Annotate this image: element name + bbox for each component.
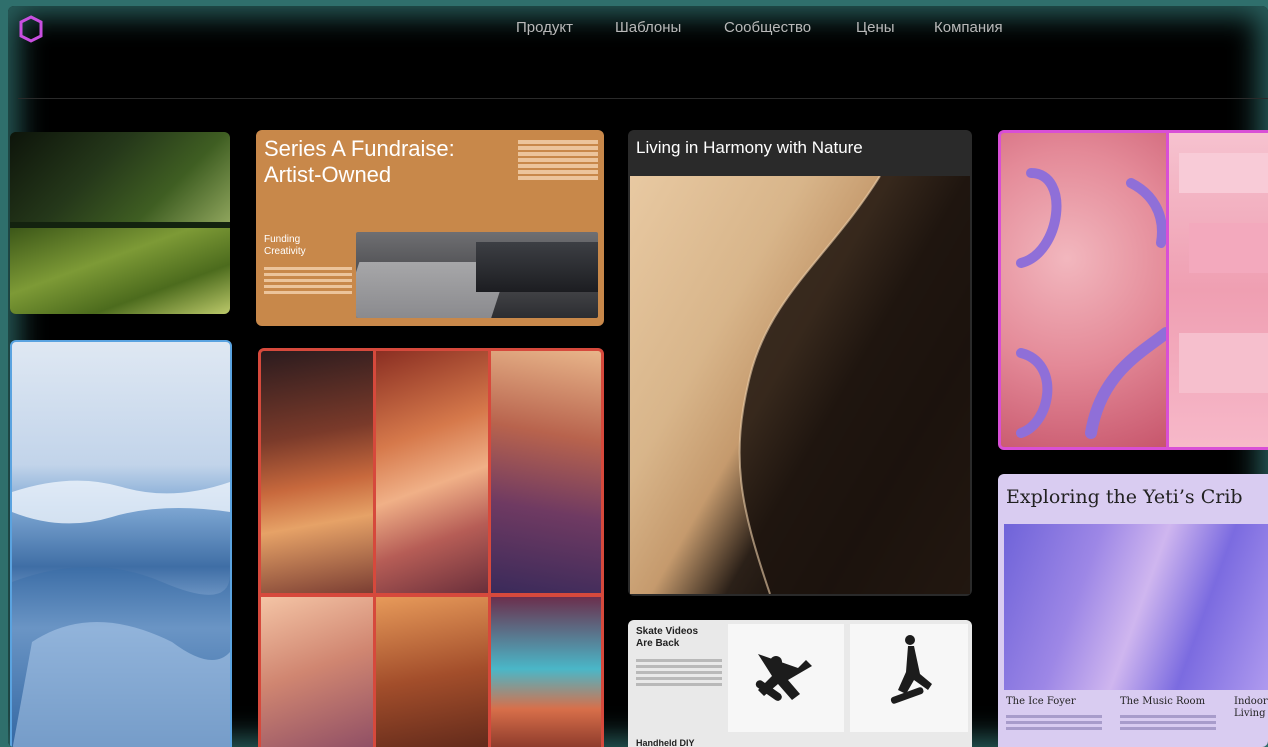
pink-pattern-image (1001, 133, 1172, 447)
yeti-col-title: Indoor Living (1234, 696, 1268, 719)
yeti-image (1004, 524, 1268, 690)
ice-image (12, 480, 230, 747)
canyon-photo (261, 351, 373, 593)
yeti-col-text (1006, 712, 1102, 733)
canyon-photo (376, 597, 488, 747)
fundraise-note (264, 264, 352, 297)
skate-title: Skate Videos Are Back (636, 626, 699, 649)
nav-item-product[interactable]: Продукт (516, 19, 573, 36)
nav-item-templates[interactable]: Шаблоны (615, 19, 681, 36)
nav-item-pricing[interactable]: Цены (856, 19, 895, 36)
skater-photo (728, 624, 844, 732)
yeti-col-title: The Ice Foyer (1006, 696, 1076, 707)
nav-item-community[interactable]: Сообщество (724, 19, 811, 36)
green-image-bottom (10, 228, 230, 314)
canyon-photo (261, 597, 373, 747)
template-card-skate[interactable]: Skate Videos Are Back Handheld DIY (628, 620, 972, 747)
header-divider (18, 98, 1268, 99)
template-card-pink[interactable] (998, 130, 1268, 450)
canyon-photo (376, 351, 488, 593)
nature-title: Living in Harmony with Nature (636, 138, 863, 157)
template-card-yeti[interactable]: Exploring the Yeti’s Crib The Ice Foyer … (998, 474, 1268, 747)
canyon-photo (491, 597, 601, 747)
fundraise-title: Series A Fundraise: Artist-Owned (264, 136, 455, 187)
template-card-fundraise[interactable]: Series A Fundraise: Artist-Owned Funding… (256, 130, 604, 326)
canyon-photo (491, 351, 601, 593)
skater-photo (850, 624, 968, 732)
yeti-title: Exploring the Yeti’s Crib (1006, 486, 1243, 508)
yeti-col-text (1120, 712, 1216, 733)
dune-image (630, 175, 970, 595)
fundraise-image (356, 232, 598, 318)
app-frame: Продукт Шаблоны Сообщество Цены Компания… (8, 6, 1268, 747)
template-card-nature[interactable]: Living in Harmony with Nature (628, 130, 972, 596)
yeti-col-title: The Music Room (1120, 696, 1206, 707)
skate-body-text (636, 656, 722, 689)
nav-item-company[interactable]: Компания (934, 19, 1003, 36)
fundraise-body-text (518, 138, 598, 182)
top-nav: Продукт Шаблоны Сообщество Цены Компания (8, 19, 1268, 39)
template-card-ice[interactable] (10, 340, 232, 747)
template-card-green[interactable] (10, 132, 230, 314)
skate-subtitle: Handheld DIY (636, 738, 695, 747)
template-card-canyon[interactable] (258, 348, 604, 747)
fundraise-subtitle: Funding Creativity (264, 234, 306, 257)
green-image-top (10, 132, 230, 222)
pink-blocks-image (1169, 133, 1268, 447)
